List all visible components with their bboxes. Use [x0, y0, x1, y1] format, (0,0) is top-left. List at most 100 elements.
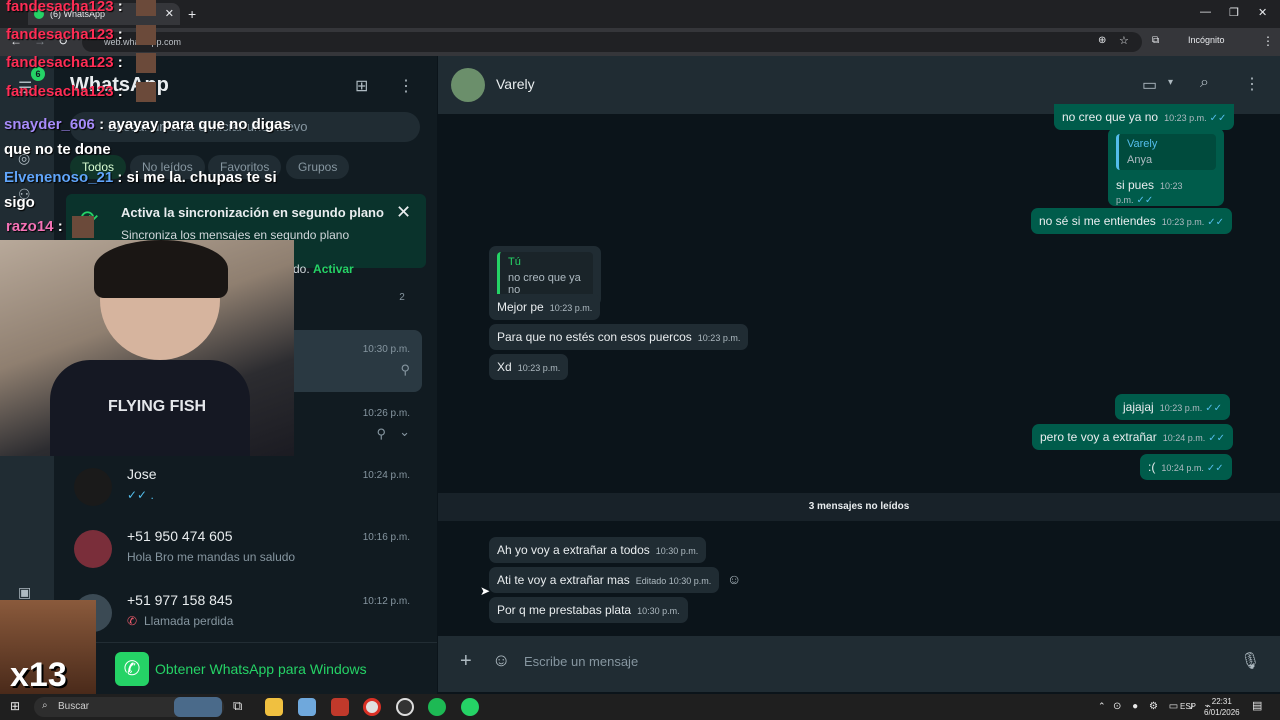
search-icon[interactable]: ⌕	[1200, 74, 1209, 92]
quoted-message[interactable]: Tú no creo que ya no	[497, 252, 593, 300]
message-bubble-out[interactable]: pero te voy a extrañar 10:24 p.m. ✓✓	[1032, 424, 1234, 450]
address-bar[interactable]: web.whatsapp.com	[82, 32, 1142, 52]
file-explorer-icon[interactable]	[265, 698, 283, 716]
message-bubble-out[interactable]: jajajaj 10:23 p.m. ✓✓	[1115, 394, 1230, 420]
chevron-down-icon[interactable]: ▾	[1168, 77, 1173, 88]
message-bubble-out[interactable]: :(10:24 p.m. ✓✓	[1140, 454, 1232, 480]
contact-name[interactable]: Varely	[496, 76, 535, 92]
message-text: pero te voy a extrañar	[1040, 430, 1157, 444]
message-input[interactable]: Escribe un mensaje	[524, 654, 638, 669]
message-bubble-in[interactable]: Ati te voy a extrañar mas Editado 10:30 p…	[489, 567, 720, 593]
unread-count: 2	[399, 292, 405, 303]
chat-username: fandesacha123	[6, 54, 114, 71]
attach-plus-icon[interactable]: +	[460, 650, 472, 673]
sticker-icon[interactable]: ☺	[492, 650, 510, 671]
media-icon[interactable]: ▣	[18, 584, 31, 601]
new-tab-button[interactable]: +	[188, 6, 196, 22]
emote-icon	[136, 0, 156, 16]
chat-name: +51 977 158 845	[127, 592, 233, 608]
search-icon: ⌕	[42, 700, 48, 711]
stream-chat-line: fandesacha123 :	[6, 83, 123, 100]
message-bubble-out[interactable]: no sé si me entiendes 10:23 p.m. ✓✓	[1031, 208, 1233, 234]
chat-list-item[interactable]: +51 950 474 605 Hola Bro me mandas un sa…	[54, 518, 422, 580]
clock-time: 22:31	[1211, 697, 1232, 706]
read-receipt-icon: ✓✓	[1208, 433, 1226, 444]
message-time: 10:30 p.m.	[655, 546, 699, 556]
message-bubble-in[interactable]: Por q me prestabas plata 10:30 p.m.	[489, 597, 688, 623]
read-receipt-icon: ✓✓	[1206, 463, 1224, 474]
whatsapp-taskbar-icon[interactable]	[461, 698, 479, 716]
task-view-icon[interactable]: ⧉	[233, 698, 242, 714]
emote-icon	[72, 216, 94, 238]
widgets-icon[interactable]	[174, 697, 222, 717]
zoom-icon[interactable]: ⊕	[1098, 35, 1106, 46]
message-bubble-out[interactable]: no creo que ya no 10:23 p.m. ✓✓	[1054, 104, 1235, 130]
react-emoji-icon[interactable]: ☺	[727, 571, 741, 587]
message-time: 10:24 p.m.	[1162, 433, 1206, 443]
menu-icon[interactable]: ⋮	[398, 76, 414, 96]
streaming-app-icon[interactable]	[331, 698, 349, 716]
chat-time: 10:30 p.m.	[362, 344, 410, 355]
chevron-down-icon[interactable]: ⌄	[399, 424, 410, 440]
message-bubble-out[interactable]: Varely Anya si pues 10:23 p.m. ✓✓	[1108, 128, 1224, 206]
chat-name: Jose	[127, 466, 157, 482]
spotify-icon[interactable]	[428, 698, 446, 716]
contact-avatar[interactable]	[451, 68, 485, 102]
chat-preview: Llamada perdida	[144, 614, 234, 628]
menu-icon[interactable]: ⋮	[1244, 74, 1260, 94]
message-text: Ah yo voy a extrañar a todos	[497, 543, 650, 557]
message-text: Para que no estés con esos puercos	[497, 330, 692, 344]
extensions-icon[interactable]: ⧉	[1152, 35, 1159, 46]
message-bubble-in[interactable]: Ah yo voy a extrañar a todos 10:30 p.m.	[489, 537, 707, 563]
tray-chevron-up-icon[interactable]: ⌃	[1098, 701, 1106, 712]
message-text: no creo que ya no	[1062, 110, 1159, 124]
get-app-link[interactable]: Obtener WhatsApp para Windows	[155, 661, 367, 677]
language-indicator[interactable]: ESP	[1180, 702, 1196, 711]
restore-icon[interactable]: ❐	[1229, 6, 1239, 19]
quoted-message[interactable]: Varely Anya	[1116, 134, 1216, 170]
emote-icon	[136, 53, 156, 73]
chat-preview: Hola Bro me mandas un saludo	[127, 550, 296, 564]
message-text: Por q me prestabas plata	[497, 603, 632, 617]
close-tab-icon[interactable]: ✕	[165, 7, 174, 20]
incognito-indicator[interactable]: Incógnito	[1188, 35, 1225, 45]
chat-message: :	[117, 26, 123, 43]
system-tray-icons[interactable]: ⊙ ● ⚙ ▭ ♪ ⌁	[1113, 701, 1215, 712]
close-window-icon[interactable]: ✕	[1258, 6, 1267, 19]
read-receipt-icon: ✓✓	[1209, 113, 1227, 124]
close-icon[interactable]: ✕	[396, 202, 411, 223]
video-call-icon[interactable]: ▭	[1142, 75, 1157, 95]
message-bubble-in[interactable]: Mejor pe 10:23 p.m.	[489, 294, 601, 320]
avatar	[74, 468, 112, 506]
message-text: Xd	[497, 360, 512, 374]
message-time: Editado 10:30 p.m.	[635, 576, 712, 586]
start-icon[interactable]: ⊞	[10, 699, 20, 713]
clock[interactable]: 22:31 6/01/2026	[1204, 696, 1240, 718]
chrome-icon[interactable]	[363, 698, 381, 716]
message-bubble-in[interactable]: Xd 10:23 p.m.	[489, 354, 569, 380]
new-chat-icon[interactable]: ⊞	[355, 76, 368, 96]
chat-list-item[interactable]: Jose ✓✓ . 10:24 p.m.	[54, 456, 422, 518]
notes-app-icon[interactable]	[298, 698, 316, 716]
notifications-icon[interactable]: ▤	[1252, 699, 1262, 712]
minimize-icon[interactable]: —	[1200, 6, 1211, 18]
pin-icon: ⚲	[376, 426, 386, 441]
chat-time: 10:24 p.m.	[362, 470, 410, 481]
message-time: 10:23 p.m.	[517, 363, 561, 373]
message-time: 10:30 p.m.	[637, 606, 680, 616]
message-bubble-in[interactable]: Para que no estés con esos puercos 10:23 …	[489, 324, 749, 350]
stream-chat-line: snayder_606 : ayayay para que no digas q…	[4, 112, 304, 162]
emote-icon	[136, 25, 156, 45]
message-time: 10:23 p.m.	[1161, 217, 1205, 227]
chat-time: 10:12 p.m.	[362, 596, 410, 607]
microphone-icon[interactable]: 🎙	[1240, 651, 1260, 671]
read-receipt-icon: ✓✓	[1207, 217, 1225, 228]
browser-menu-icon[interactable]: ⋮	[1262, 34, 1274, 48]
stream-chat-line: razo14 :	[6, 218, 63, 235]
shirt-print: FLYING FISH	[108, 398, 207, 415]
chat-preview: ✓✓ .	[127, 488, 154, 502]
obs-icon[interactable]	[396, 698, 414, 716]
webcam-hair	[94, 240, 228, 298]
bookmark-star-icon[interactable]: ☆	[1119, 34, 1129, 47]
chat-list-item[interactable]: +51 977 158 845 Llamada perdida ✆ 10:12 …	[54, 582, 422, 644]
